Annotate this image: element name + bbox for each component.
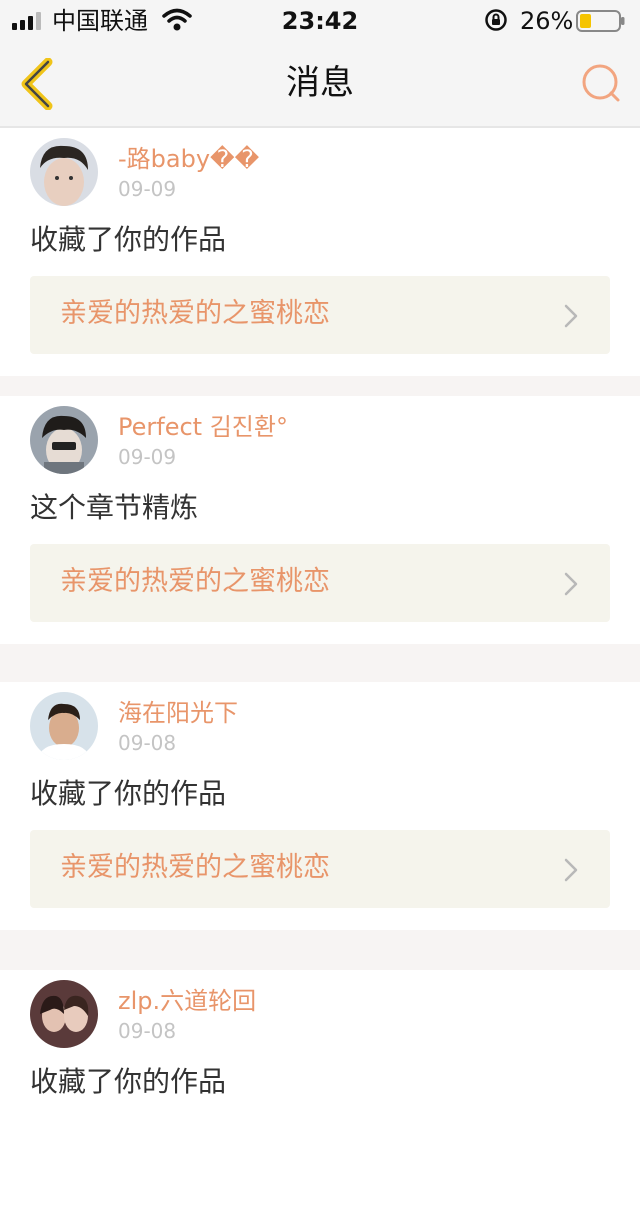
avatar[interactable] [30,138,98,206]
navigation-bar: 消息 [0,40,640,128]
work-title: 亲爱的热爱的之蜜桃恋 [60,566,330,597]
search-icon[interactable] [578,60,624,106]
battery-percent: 26% [520,7,574,35]
avatar[interactable] [30,406,98,474]
battery-icon [576,10,625,32]
work-link[interactable]: 亲爱的热爱的之蜜桃恋 [30,276,610,354]
message-date: 09-09 [118,445,177,469]
work-title: 亲爱的热爱的之蜜桃恋 [60,852,330,883]
work-link[interactable]: 亲爱的热爱的之蜜桃恋 [30,830,610,908]
message-text: 收藏了你的作品 [30,1065,227,1098]
message-date: 09-08 [118,1019,177,1043]
avatar[interactable] [30,980,98,1048]
message-date: 09-08 [118,731,177,755]
username[interactable]: -路baby�� [118,144,259,174]
page-title: 消息 [286,63,354,103]
username[interactable]: 海在阳光下 [118,698,238,728]
work-link[interactable]: 亲爱的热爱的之蜜桃恋 [30,544,610,622]
username[interactable]: zlp.六道轮回 [118,986,256,1016]
message-card: Perfect 김진환° 09-09 这个章节精炼 亲爱的热爱的之蜜桃恋 [0,396,640,644]
chevron-right-icon [564,304,578,328]
message-date: 09-09 [118,177,177,201]
status-bar: 中国联通 23:42 26% [0,0,640,40]
message-card: -路baby�� 09-09 收藏了你的作品 亲爱的热爱的之蜜桃恋 [0,128,640,376]
message-card: zlp.六道轮回 09-08 收藏了你的作品 [0,970,640,1218]
message-text: 收藏了你的作品 [30,223,227,256]
message-text: 收藏了你的作品 [30,777,227,810]
message-card: 海在阳光下 09-08 收藏了你的作品 亲爱的热爱的之蜜桃恋 [0,682,640,930]
chevron-right-icon [564,858,578,882]
avatar[interactable] [30,692,98,760]
chevron-right-icon [564,572,578,596]
rotation-lock-icon [485,9,507,31]
work-title: 亲爱的热爱的之蜜桃恋 [60,298,330,329]
message-text: 这个章节精炼 [30,491,199,524]
username[interactable]: Perfect 김진환° [118,412,288,442]
